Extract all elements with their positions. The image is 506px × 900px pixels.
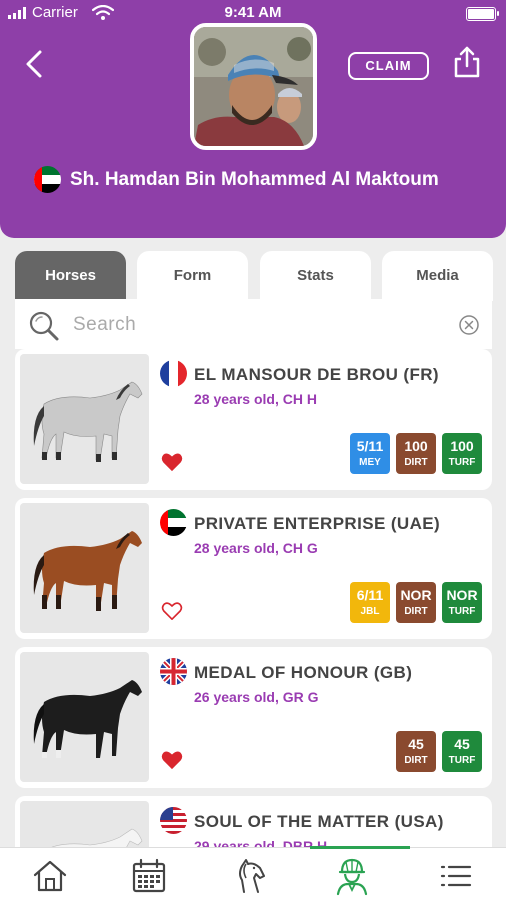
claim-button[interactable]: CLAIM bbox=[348, 52, 429, 80]
owner-avatar bbox=[190, 23, 317, 150]
uk-flag-icon bbox=[160, 658, 187, 685]
horse-image bbox=[20, 503, 149, 633]
heart-filled-icon[interactable] bbox=[161, 452, 183, 472]
tab-form[interactable]: Form bbox=[137, 251, 248, 301]
horse-name: SOUL OF THE MATTER (USA) bbox=[194, 812, 444, 831]
horse-name: PRIVATE ENTERPRISE (UAE) bbox=[194, 514, 441, 533]
share-icon[interactable] bbox=[451, 44, 483, 80]
tab-bar: Horses Form Stats Media bbox=[15, 251, 493, 301]
rating-badges: 45 DIRT 45 TURF bbox=[396, 731, 482, 772]
horse-name: EL MANSOUR DE BROU (FR) bbox=[194, 365, 439, 384]
back-arrow-icon[interactable] bbox=[20, 46, 50, 82]
rating-badge: 100 DIRT bbox=[396, 433, 436, 474]
horse-meta: 26 years old, GR G bbox=[194, 689, 319, 705]
menu-icon[interactable] bbox=[436, 856, 476, 896]
calendar-icon[interactable] bbox=[129, 856, 169, 896]
search-icon bbox=[29, 311, 59, 341]
rating-badge: 45 DIRT bbox=[396, 731, 436, 772]
horse-image bbox=[20, 354, 149, 484]
usa-flag-icon bbox=[160, 807, 187, 834]
horse-meta: 28 years old, CH G bbox=[194, 540, 318, 556]
france-flag-icon bbox=[160, 360, 187, 387]
bottom-nav bbox=[0, 846, 506, 900]
owner-name: Sh. Hamdan Bin Mohammed Al Maktoum bbox=[70, 168, 439, 190]
rating-badge: 6/11 JBL bbox=[350, 582, 390, 623]
tab-stats[interactable]: Stats bbox=[260, 251, 371, 301]
rating-badge: NOR DIRT bbox=[396, 582, 436, 623]
rating-badge: 100 TURF bbox=[442, 433, 482, 474]
status-bar: Carrier 9:41 AM bbox=[0, 2, 506, 24]
search-input[interactable] bbox=[73, 311, 453, 339]
owner-row: Sh. Hamdan Bin Mohammed Al Maktoum bbox=[34, 166, 439, 193]
jockey-icon[interactable] bbox=[332, 856, 372, 896]
horse-card[interactable]: PRIVATE ENTERPRISE (UAE) 28 years old, C… bbox=[15, 498, 492, 639]
uae-flag-icon bbox=[160, 509, 187, 536]
heart-filled-icon[interactable] bbox=[161, 750, 183, 770]
uae-flag-icon bbox=[34, 166, 61, 193]
battery-icon bbox=[466, 7, 499, 21]
horse-name: MEDAL OF HONOUR (GB) bbox=[194, 663, 413, 682]
rating-badge: 5/11 MEY bbox=[350, 433, 390, 474]
search-bar bbox=[15, 299, 492, 349]
tab-horses[interactable]: Horses bbox=[15, 251, 126, 301]
horse-meta: 28 years old, CH H bbox=[194, 391, 317, 407]
active-indicator bbox=[310, 846, 410, 849]
home-icon[interactable] bbox=[30, 856, 70, 896]
tab-media[interactable]: Media bbox=[382, 251, 493, 301]
horse-card[interactable]: MEDAL OF HONOUR (GB) 26 years old, GR G … bbox=[15, 647, 492, 788]
rating-badge: NOR TURF bbox=[442, 582, 482, 623]
profile-header: Carrier 9:41 AM CLAIM Sh. Hamdan Bin Moh… bbox=[0, 0, 506, 238]
status-time: 9:41 AM bbox=[224, 4, 282, 21]
rating-badges: 5/11 MEY 100 DIRT 100 TURF bbox=[350, 433, 482, 474]
rating-badge: 45 TURF bbox=[442, 731, 482, 772]
clear-search-icon[interactable] bbox=[458, 314, 480, 336]
horse-icon[interactable] bbox=[230, 856, 270, 896]
horse-card[interactable]: EL MANSOUR DE BROU (FR) 28 years old, CH… bbox=[15, 349, 492, 490]
horse-image bbox=[20, 652, 149, 782]
rating-badges: 6/11 JBL NOR DIRT NOR TURF bbox=[350, 582, 482, 623]
heart-outline-icon[interactable] bbox=[161, 601, 183, 621]
